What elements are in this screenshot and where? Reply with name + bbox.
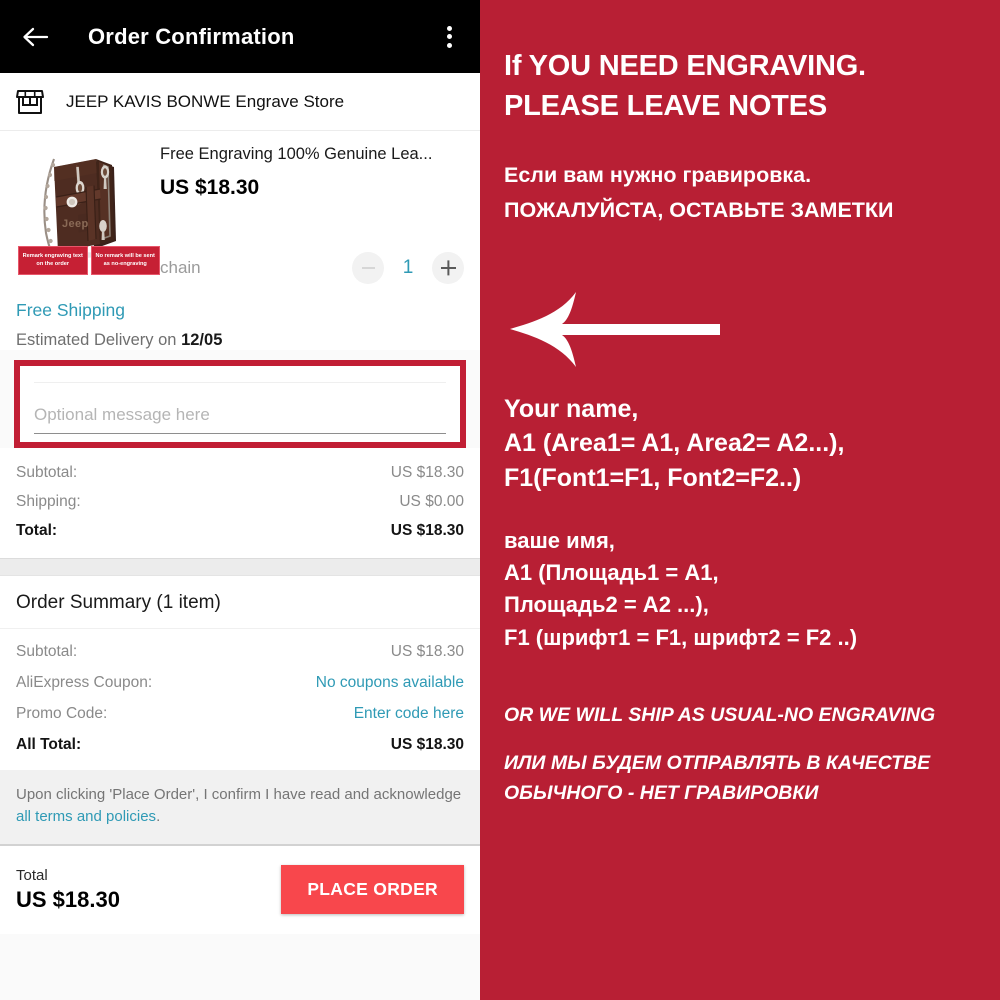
product-card: Jeep Remark engraving text on the order … [0, 131, 480, 294]
product-price: US $18.30 [160, 176, 260, 199]
badge-no-remark: No remark will be sent as no-engraving [90, 245, 160, 275]
product-image-badges: Remark engraving text on the order No re… [18, 245, 160, 275]
arrow-left-icon[interactable] [18, 20, 52, 54]
screenshot-root: Order Confirmation JEEP KAVIS BONWE Engr… [0, 0, 1000, 1000]
panel-headline-line2: PLEASE LEAVE NOTES [504, 90, 827, 123]
totals-value: US $0.00 [399, 493, 464, 510]
quantity-decrease-button[interactable] [352, 252, 384, 284]
place-order-button[interactable]: PLACE ORDER [281, 865, 464, 914]
summary-label: Promo Code: [16, 705, 108, 722]
eta-date: 12/05 [181, 331, 223, 349]
product-variant: chain [160, 258, 201, 277]
terms-notice: Upon clicking 'Place Order', I confirm I… [0, 770, 480, 846]
item-totals: Subtotal: US $18.30 Shipping: US $0.00 T… [0, 448, 480, 558]
product-title[interactable]: Free Engraving 100% Genuine Lea... [160, 145, 464, 164]
order-summary-heading: Order Summary (1 item) [0, 576, 480, 629]
summary-label: Subtotal: [16, 643, 78, 660]
panel-english-format: Your name, A1 (Area1= A1, Area2= A2...),… [504, 392, 976, 496]
product-thumbnail[interactable]: Jeep Remark engraving text on the order … [16, 145, 160, 275]
message-highlight-box [14, 360, 466, 448]
storefront-icon [16, 89, 44, 115]
totals-label: Shipping: [16, 493, 81, 510]
quantity-stepper: 1 [352, 252, 464, 284]
svg-text:Jeep: Jeep [62, 218, 89, 230]
panel-foot-ru-line1: ИЛИ МЫ БУДЕМ ОТПРАВЛЯТЬ В КАЧЕСТВЕ [504, 751, 931, 774]
footer-total-value: US $18.30 [16, 886, 120, 912]
panel-russian-format: ваше имя, A1 (Площадь1 = A1, Площадь2 = … [504, 525, 976, 653]
terms-and-policies-link[interactable]: all terms and policies [16, 808, 156, 825]
free-shipping-label[interactable]: Free Shipping [16, 300, 464, 321]
app-bar: Order Confirmation [0, 0, 480, 73]
summary-row-all-total: All Total: US $18.30 [16, 736, 464, 754]
summary-value: US $18.30 [390, 643, 464, 660]
totals-row-subtotal: Subtotal: US $18.30 [16, 464, 464, 482]
panel-footer-english: OR WE WILL SHIP AS USUAL-NO ENGRAVING [504, 703, 936, 726]
shipping-block: Free Shipping Estimated Delivery on 12/0… [0, 294, 480, 350]
panel-footer-russian: ИЛИ МЫ БУДЕМ ОТПРАВЛЯТЬ В КАЧЕСТВЕ ОБЫЧН… [504, 749, 976, 808]
panel-foot-ru-line2: ОБЫЧНОГО - НЕТ ГРАВИРОВКИ [504, 781, 819, 804]
panel-ru2-line3: Площадь2 = A2 ...), [504, 592, 709, 618]
totals-label: Subtotal: [16, 464, 78, 481]
panel-eng-line2: A1 (Area1= A1, Area2= A2...), [504, 429, 845, 458]
totals-value: US $18.30 [390, 522, 464, 539]
page-title: Order Confirmation [88, 23, 295, 49]
totals-row-total: Total: US $18.30 [16, 522, 464, 540]
summary-label: All Total: [16, 736, 82, 753]
badge-remark-engraving: Remark engraving text on the order [18, 245, 88, 275]
quantity-increase-button[interactable] [432, 252, 464, 284]
coupon-link[interactable]: No coupons available [316, 674, 464, 692]
totals-row-shipping: Shipping: US $0.00 [16, 493, 464, 511]
summary-row-coupon: AliExpress Coupon: No coupons available [16, 674, 464, 692]
summary-value: US $18.30 [390, 736, 464, 753]
panel-headline-line1: If YOU NEED ENGRAVING. [504, 50, 866, 82]
panel-ru2-line2: A1 (Площадь1 = A1, [504, 560, 719, 586]
arrow-left-pointer-icon [510, 291, 720, 367]
panel-eng-line3: F1(Font1=F1, Font2=F2..) [504, 463, 802, 492]
summary-label: AliExpress Coupon: [16, 674, 153, 691]
promo-code-link[interactable]: Enter code here [354, 705, 464, 723]
totals-label: Total: [16, 522, 58, 539]
estimated-delivery: Estimated Delivery on 12/05 [16, 331, 464, 350]
panel-ru-line2: ПОЖАЛУЙСТА, ОСТАВЬТЕ ЗАМЕТКИ [504, 197, 894, 222]
footer-total-block: Total US $18.30 [16, 867, 120, 913]
more-vertical-icon[interactable] [436, 22, 462, 52]
store-row[interactable]: JEEP KAVIS BONWE Engrave Store [0, 73, 480, 131]
totals-value: US $18.30 [390, 464, 464, 481]
eta-prefix: Estimated Delivery on [16, 331, 182, 349]
store-name: JEEP KAVIS BONWE Engrave Store [66, 91, 345, 111]
panel-eng-line1: Your name, [504, 394, 639, 423]
order-confirmation-app: Order Confirmation JEEP KAVIS BONWE Engr… [0, 0, 480, 1000]
terms-text-after: . [156, 807, 161, 825]
summary-row-subtotal: Subtotal: US $18.30 [16, 643, 464, 661]
order-summary-body: Subtotal: US $18.30 AliExpress Coupon: N… [0, 629, 480, 770]
optional-message-input[interactable] [34, 383, 446, 434]
panel-ru2-line1: ваше имя, [504, 528, 615, 554]
panel-headline: If YOU NEED ENGRAVING. PLEASE LEAVE NOTE… [504, 46, 976, 126]
footer-total-label: Total [16, 866, 48, 884]
summary-row-promo: Promo Code: Enter code here [16, 705, 464, 723]
panel-arrow-container [504, 286, 976, 372]
panel-ru2-line4: F1 (шрифт1 = F1, шрифт2 = F2 ..) [504, 624, 858, 650]
terms-text-before: Upon clicking 'Place Order', I confirm I… [16, 786, 462, 803]
section-divider [0, 558, 480, 576]
engraving-instructions-panel: If YOU NEED ENGRAVING. PLEASE LEAVE NOTE… [480, 0, 1000, 1000]
checkout-footer: Total US $18.30 PLACE ORDER [0, 845, 480, 934]
quantity-value: 1 [402, 257, 414, 278]
panel-ru-line1: Если вам нужно гравировка. [504, 163, 812, 188]
panel-russian-headline: Если вам нужно гравировка. ПОЖАЛУЙСТА, О… [504, 158, 976, 228]
